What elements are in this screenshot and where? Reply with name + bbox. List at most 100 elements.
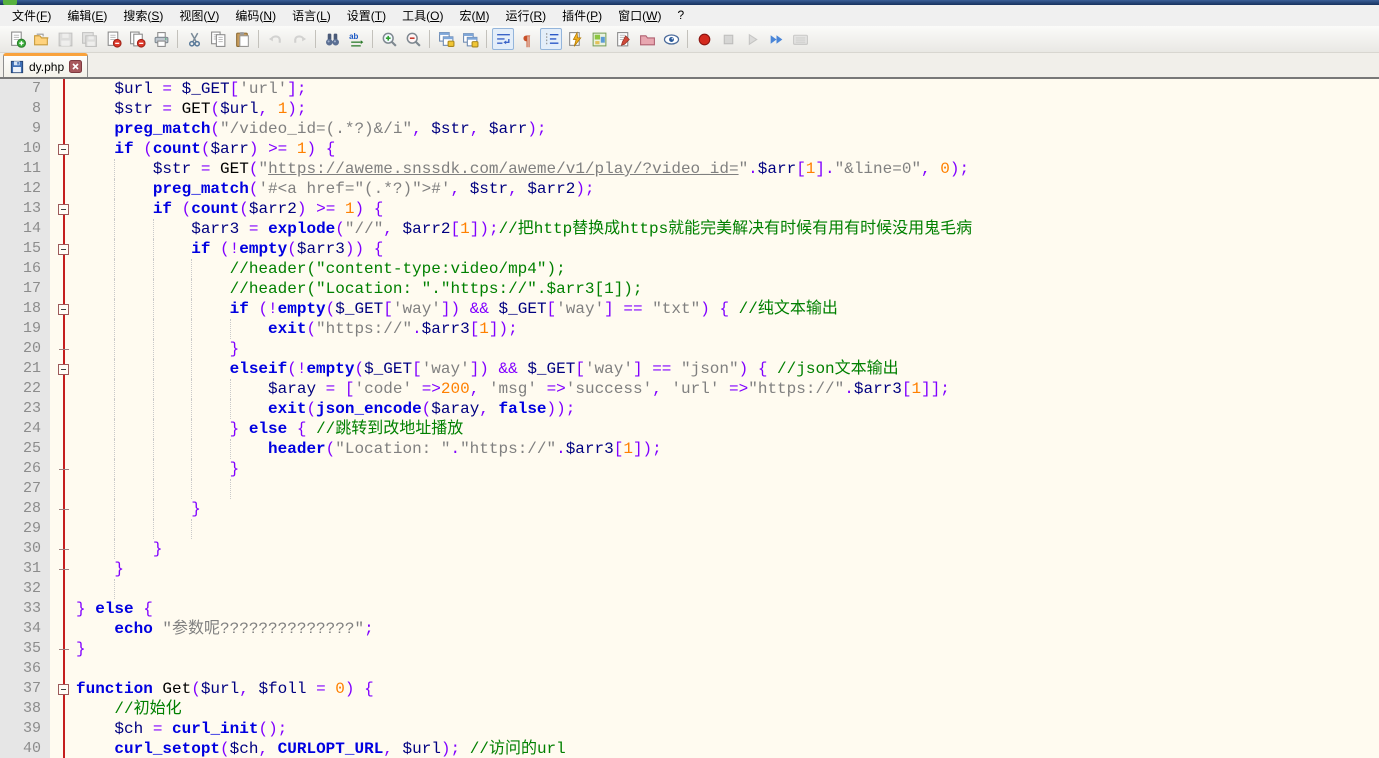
fold-margin-cell: [50, 259, 74, 279]
code-line[interactable]: if (!empty($_GET['way']) && $_GET['way']…: [74, 299, 1379, 319]
menu-item[interactable]: 运行(R): [497, 4, 554, 28]
menu-item[interactable]: 编码(N): [227, 4, 284, 28]
zoom-out-icon[interactable]: [402, 28, 424, 50]
indent-guide-icon[interactable]: [540, 28, 562, 50]
code-line[interactable]: //初始化: [74, 699, 1379, 719]
code-line[interactable]: $url = $_GET['url'];: [74, 79, 1379, 99]
fold-collapse-marker[interactable]: [58, 364, 69, 375]
code-line[interactable]: [74, 579, 1379, 599]
cut-icon[interactable]: [183, 28, 205, 50]
menu-item[interactable]: 宏(M): [451, 4, 497, 28]
fold-collapse-marker[interactable]: [58, 684, 69, 695]
menu-item[interactable]: 语言(L): [284, 4, 339, 28]
menu-item[interactable]: 视图(V): [171, 4, 227, 28]
undo-icon[interactable]: [264, 28, 286, 50]
macro-play-icon[interactable]: [741, 28, 763, 50]
menu-item[interactable]: 搜索(S): [115, 4, 171, 28]
editor-area[interactable]: 7891011121314151617181920212223242526272…: [0, 79, 1379, 758]
copy-icon[interactable]: [207, 28, 229, 50]
code-line[interactable]: preg_match('#<a href="(.*?)">#', $str, $…: [74, 179, 1379, 199]
code-line[interactable]: header("Location: "."https://".$arr3[1])…: [74, 439, 1379, 459]
code-line[interactable]: if (count($arr) >= 1) {: [74, 139, 1379, 159]
code-line[interactable]: [74, 659, 1379, 679]
line-number: 11: [0, 159, 50, 179]
macro-save-icon[interactable]: [789, 28, 811, 50]
save-icon[interactable]: [54, 28, 76, 50]
menu-item[interactable]: 编辑(E): [59, 4, 115, 28]
code-line[interactable]: if (count($arr2) >= 1) {: [74, 199, 1379, 219]
indent-guide-line: [153, 439, 154, 459]
code-line[interactable]: } else {: [74, 599, 1379, 619]
code-line[interactable]: $ch = curl_init();: [74, 719, 1379, 739]
code-line[interactable]: echo "参数呢??????????????";: [74, 619, 1379, 639]
code-line[interactable]: function Get($url, $foll = 0) {: [74, 679, 1379, 699]
code-line[interactable]: //header("content-type:video/mp4");: [74, 259, 1379, 279]
code-line[interactable]: }: [74, 539, 1379, 559]
code-view[interactable]: $url = $_GET['url']; $str = GET($url, 1)…: [74, 79, 1379, 758]
tab-close-icon[interactable]: [69, 60, 82, 73]
code-line[interactable]: }: [74, 499, 1379, 519]
close-file-icon[interactable]: [102, 28, 124, 50]
find-icon[interactable]: [321, 28, 343, 50]
code-line[interactable]: [74, 519, 1379, 539]
menu-item[interactable]: ?: [669, 5, 692, 26]
redo-icon[interactable]: [288, 28, 310, 50]
code-line[interactable]: }: [74, 459, 1379, 479]
monitoring-icon[interactable]: [660, 28, 682, 50]
open-file-icon[interactable]: [30, 28, 52, 50]
paste-icon[interactable]: [231, 28, 253, 50]
new-file-icon[interactable]: [6, 28, 28, 50]
sync-horizontal-scroll-icon[interactable]: [459, 28, 481, 50]
code-line[interactable]: exit("https://".$arr3[1]);: [74, 319, 1379, 339]
menu-item[interactable]: 插件(P): [554, 4, 610, 28]
code-line[interactable]: }: [74, 339, 1379, 359]
menu-item[interactable]: 文件(F): [4, 4, 59, 28]
fold-collapse-marker[interactable]: [58, 144, 69, 155]
word-wrap-icon[interactable]: [492, 28, 514, 50]
menu-item[interactable]: 设置(T): [339, 4, 394, 28]
code-line[interactable]: }: [74, 559, 1379, 579]
function-list-icon[interactable]: [612, 28, 634, 50]
menu-item[interactable]: 窗口(W): [610, 4, 669, 28]
tab-dy-php[interactable]: dy.php: [3, 53, 88, 77]
code-line[interactable]: curl_setopt($ch, CURLOPT_URL, $url); //访…: [74, 739, 1379, 758]
fold-margin-cell: [50, 79, 74, 99]
save-all-icon[interactable]: [78, 28, 100, 50]
menu-item[interactable]: 工具(O): [394, 4, 451, 28]
app-window: 文件(F)编辑(E)搜索(S)视图(V)编码(N)语言(L)设置(T)工具(O)…: [0, 0, 1379, 758]
print-icon[interactable]: [150, 28, 172, 50]
show-all-characters-icon[interactable]: ¶: [516, 28, 538, 50]
code-line[interactable]: $aray = ['code' =>200, 'msg' =>'success'…: [74, 379, 1379, 399]
folder-as-workspace-icon[interactable]: [636, 28, 658, 50]
code-line[interactable]: preg_match("/video_id=(.*?)&/i", $str, $…: [74, 119, 1379, 139]
macro-stop-icon[interactable]: [717, 28, 739, 50]
code-line[interactable]: $arr3 = explode("//", $arr2[1]);//把http替…: [74, 219, 1379, 239]
fold-collapse-marker[interactable]: [58, 244, 69, 255]
code-line[interactable]: exit(json_encode($aray, false));: [74, 399, 1379, 419]
code-line[interactable]: [74, 479, 1379, 499]
code-line[interactable]: } else { //跳转到改地址播放: [74, 419, 1379, 439]
macro-record-icon[interactable]: [693, 28, 715, 50]
code-line[interactable]: //header("Location: "."https://".$arr3[1…: [74, 279, 1379, 299]
sync-vertical-scroll-icon[interactable]: [435, 28, 457, 50]
indent-guide-line: [153, 279, 154, 299]
close-all-files-icon[interactable]: [126, 28, 148, 50]
document-map-icon[interactable]: [588, 28, 610, 50]
fold-margin[interactable]: [50, 79, 74, 758]
fold-collapse-marker[interactable]: [58, 204, 69, 215]
macro-run-multiple-icon[interactable]: [765, 28, 787, 50]
line-number: 28: [0, 499, 50, 519]
code-line[interactable]: }: [74, 639, 1379, 659]
code-line[interactable]: if (!empty($arr3)) {: [74, 239, 1379, 259]
replace-icon[interactable]: ab: [345, 28, 367, 50]
indent-guide-line: [191, 459, 192, 479]
fold-margin-cell: [50, 239, 74, 259]
user-defined-dialog-icon[interactable]: [564, 28, 586, 50]
code-line[interactable]: $str = GET($url, 1);: [74, 99, 1379, 119]
fold-collapse-marker[interactable]: [58, 304, 69, 315]
zoom-in-icon[interactable]: [378, 28, 400, 50]
code-line[interactable]: elseif(!empty($_GET['way']) && $_GET['wa…: [74, 359, 1379, 379]
code-line[interactable]: $str = GET("https://aweme.snssdk.com/awe…: [74, 159, 1379, 179]
saved-file-icon: [10, 60, 24, 74]
fold-margin-cell: [50, 699, 74, 719]
